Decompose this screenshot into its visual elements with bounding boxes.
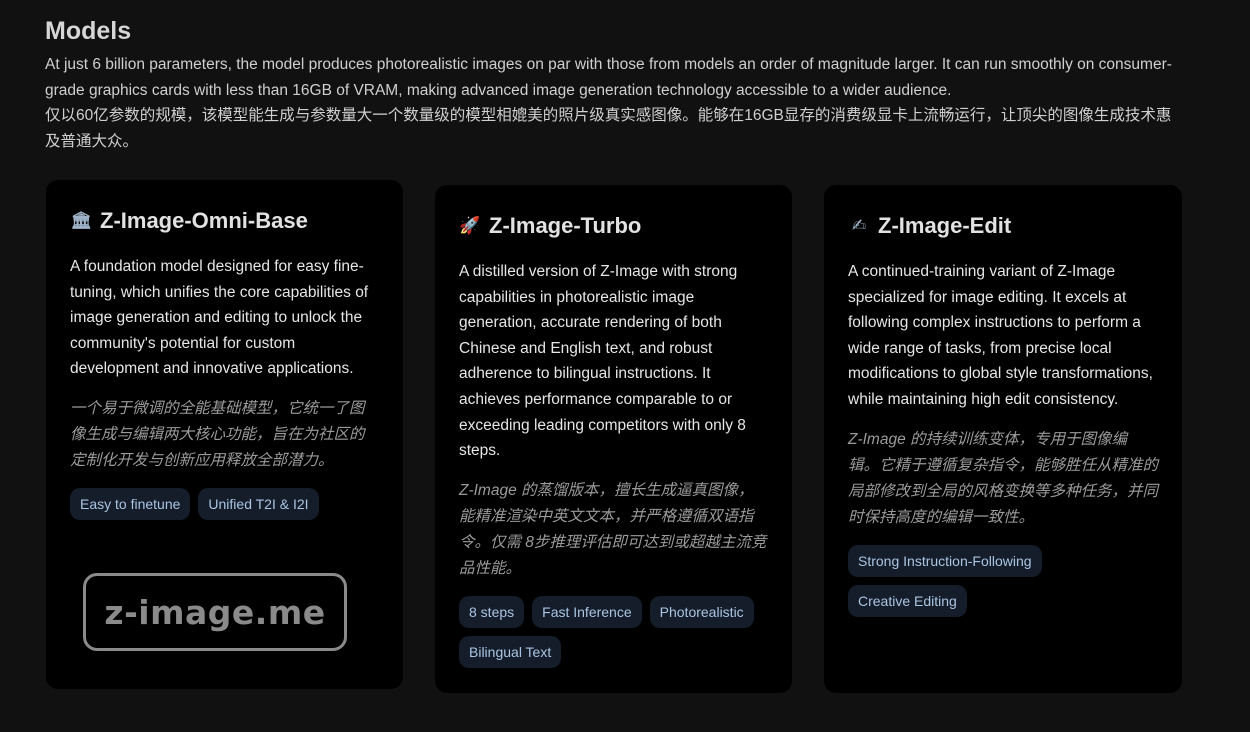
card-description-en: A foundation model designed for easy fin… bbox=[70, 258, 369, 378]
tag: Unified T2I & I2I bbox=[198, 487, 319, 520]
models-section: Models At just 6 billion parameters, the… bbox=[0, 0, 1250, 732]
writing-hand-icon: ✍ bbox=[851, 216, 867, 235]
card-title: 🚀 Z-Image-Turbo bbox=[459, 211, 768, 241]
description-en: At just 6 billion parameters, the model … bbox=[45, 56, 1172, 99]
card-description-zh: Z-Image 的持续训练变体，专用于图像编辑。它精于遵循复杂指令，能够胜任从精… bbox=[848, 430, 1159, 526]
section-description: At just 6 billion parameters, the model … bbox=[45, 52, 1185, 154]
card-title-text: Z-Image-Omni-Base bbox=[100, 208, 308, 233]
card-title: ✍ Z-Image-Edit bbox=[848, 211, 1158, 241]
tag: Easy to finetune bbox=[70, 487, 191, 520]
tag: Strong Instruction-Following bbox=[848, 544, 1042, 577]
tag: Fast Inference bbox=[532, 595, 642, 628]
tag: Creative Editing bbox=[848, 584, 967, 617]
tag: Photorealistic bbox=[649, 595, 754, 628]
model-card-turbo: 🚀 Z-Image-Turbo A distilled version of Z… bbox=[435, 185, 792, 693]
card-description-en: A continued-training variant of Z-Image … bbox=[848, 263, 1153, 408]
rocket-icon: 🚀 bbox=[459, 216, 481, 235]
card-title-text: Z-Image-Edit bbox=[878, 213, 1012, 238]
tag-list: 8 steps Fast Inference Photorealistic Bi… bbox=[459, 595, 768, 668]
card-description-en: A distilled version of Z-Image with stro… bbox=[459, 263, 746, 460]
tag-list: Strong Instruction-Following Creative Ed… bbox=[848, 544, 1158, 617]
card-title: 🏛 Z-Image-Omni-Base bbox=[70, 206, 379, 236]
model-card-omni-base: 🏛 Z-Image-Omni-Base A foundation model d… bbox=[46, 180, 403, 689]
card-description-zh: 一个易于微调的全能基础模型，它统一了图像生成与编辑两大核心功能，旨在为社区的定制… bbox=[70, 399, 365, 469]
tag: Bilingual Text bbox=[459, 635, 562, 668]
section-title: Models bbox=[45, 17, 132, 45]
card-description-zh: Z-Image 的蒸馏版本，擅长生成逼真图像，能精准渲染中英文文本，并严格遵循双… bbox=[459, 481, 767, 577]
watermark-logo: z-image.me bbox=[83, 573, 347, 651]
classical-building-icon: 🏛 bbox=[70, 211, 92, 230]
tag-list: Easy to finetune Unified T2I & I2I bbox=[70, 487, 379, 520]
card-title-text: Z-Image-Turbo bbox=[489, 213, 642, 238]
description-zh: 仅以60亿参数的规模，该模型能生成与参数量大一个数量级的模型相媲美的照片级真实感… bbox=[45, 107, 1172, 150]
tag: 8 steps bbox=[459, 595, 525, 628]
model-card-edit: ✍ Z-Image-Edit A continued-training vari… bbox=[824, 185, 1182, 693]
